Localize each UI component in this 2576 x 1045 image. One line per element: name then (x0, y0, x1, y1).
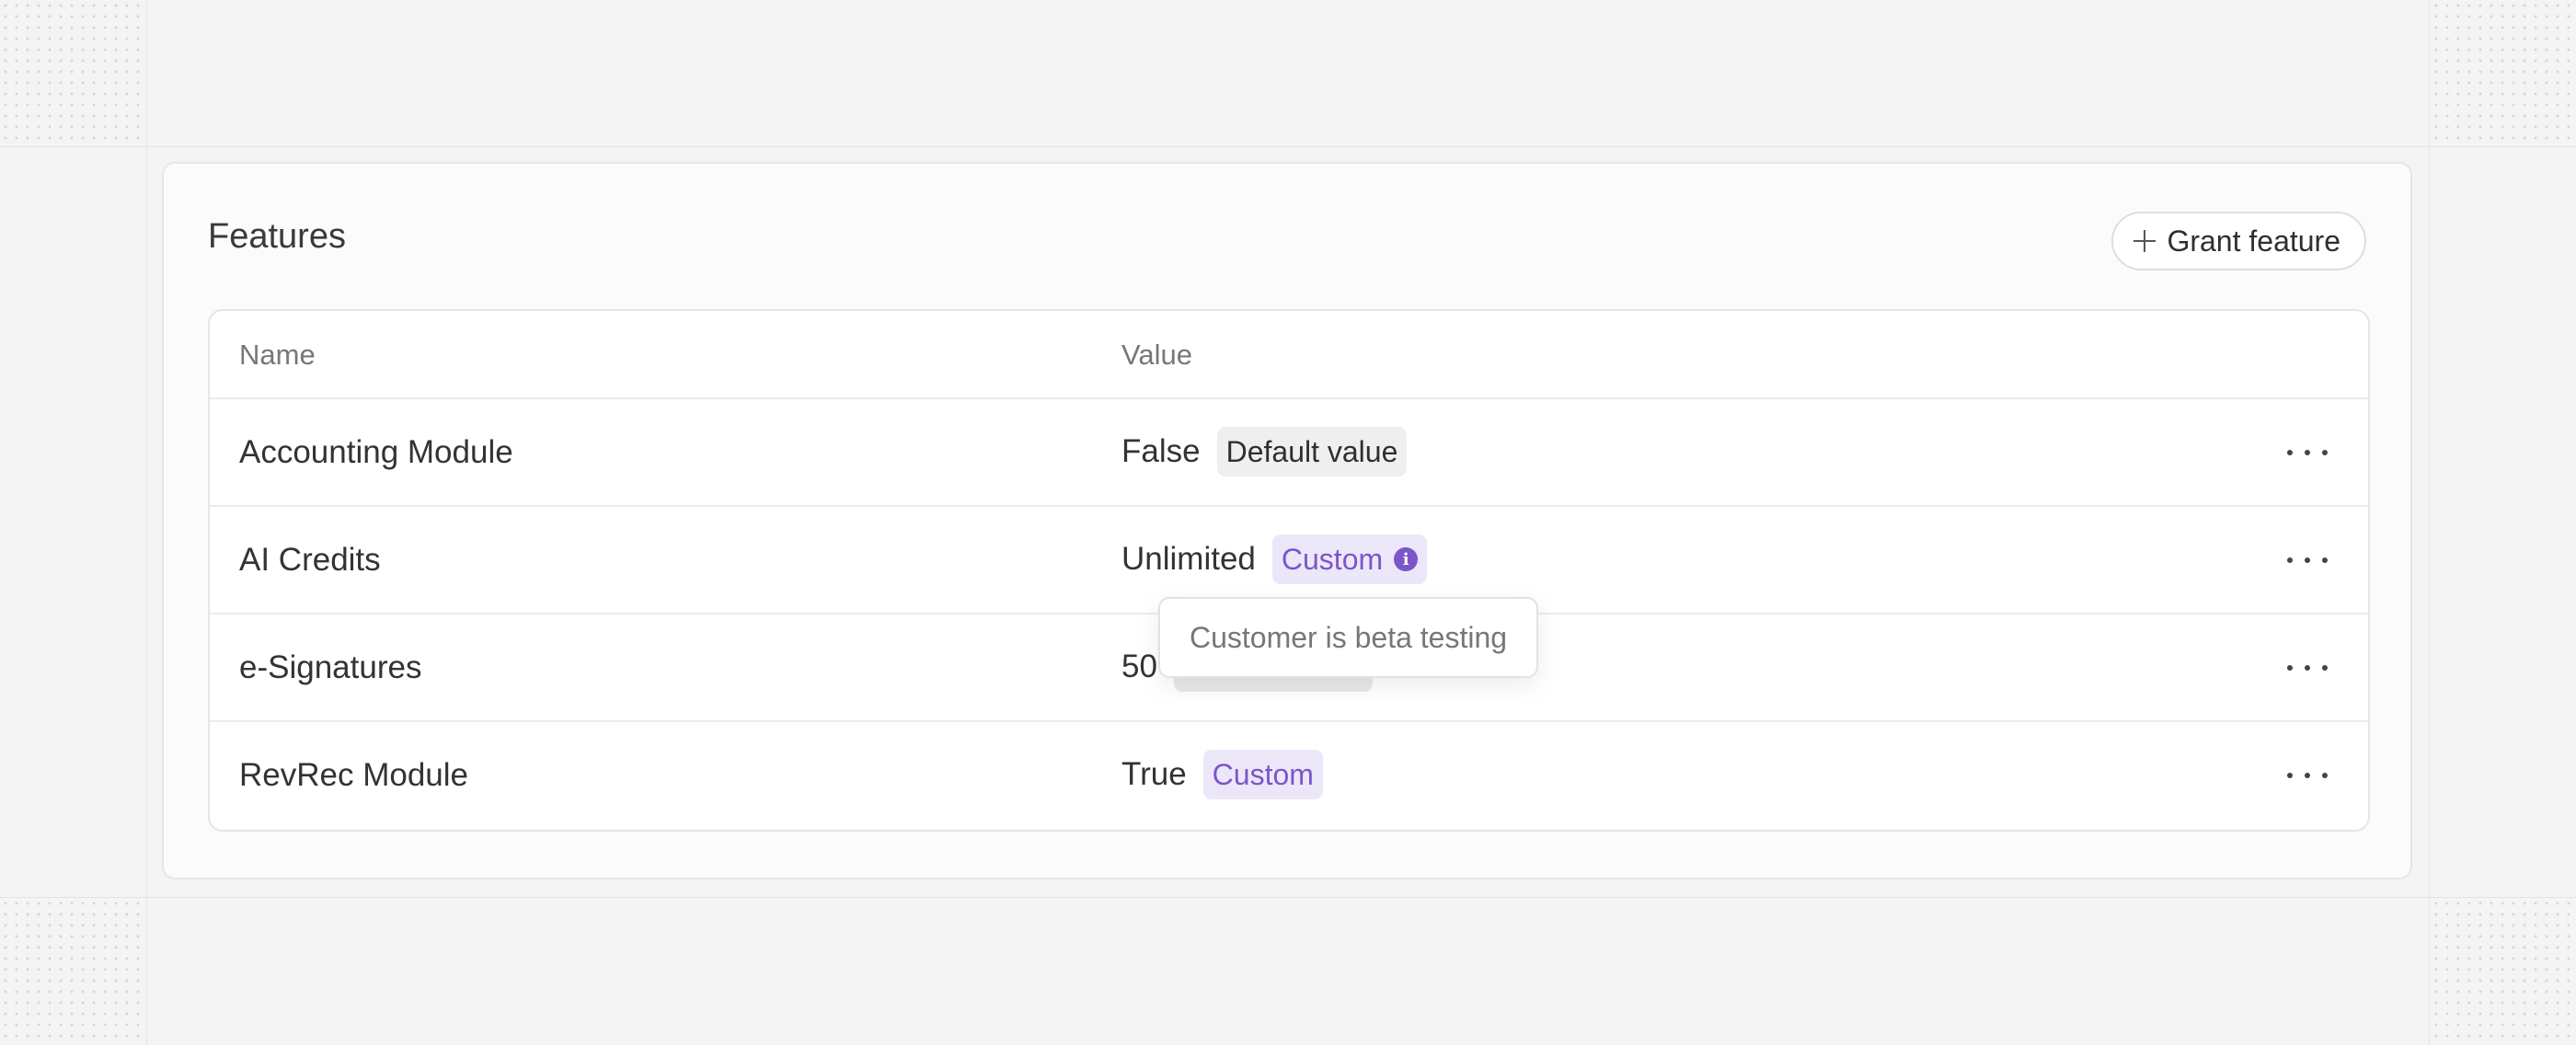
feature-value-cell: Unlimited Custom i (1121, 531, 1428, 588)
grant-feature-label: Grant feature (2167, 224, 2340, 258)
more-dot (2305, 450, 2310, 455)
more-horizontal-icon (2287, 773, 2293, 778)
plus-icon (2133, 230, 2156, 252)
guide-line-right (2429, 0, 2430, 1045)
table-row: Accounting Module False Default value (210, 399, 2368, 507)
default-value-badge: Default value (1216, 427, 1408, 477)
dot-pattern-top-left (0, 0, 145, 145)
more-dot (2305, 773, 2310, 778)
card-title: Features (208, 217, 346, 256)
guide-line-left (146, 0, 147, 1045)
info-icon[interactable]: i (1394, 547, 1419, 571)
more-dot (2322, 665, 2328, 671)
row-actions-button[interactable] (2287, 542, 2328, 579)
features-table: Name Value Accounting Module False Defau… (208, 309, 2370, 832)
feature-name: e-Signatures (239, 649, 422, 685)
guide-line-bottom (0, 897, 2576, 898)
row-actions-button[interactable] (2287, 757, 2328, 794)
feature-value: 50 (1121, 649, 1157, 684)
more-horizontal-icon (2287, 557, 2293, 563)
custom-badge[interactable]: Custom i (1271, 534, 1428, 584)
custom-badge: Custom (1202, 750, 1323, 799)
feature-value: True (1121, 756, 1187, 792)
feature-name: RevRec Module (239, 757, 468, 793)
more-dot (2305, 557, 2310, 563)
dot-pattern-top-right (2431, 0, 2576, 145)
custom-badge-label: Custom (1281, 542, 1384, 576)
custom-reason-tooltip: Customer is beta testing (1158, 597, 1539, 678)
more-dot (2322, 557, 2328, 563)
feature-name: AI Credits (239, 542, 381, 578)
feature-value: Unlimited (1121, 541, 1256, 577)
more-dot (2322, 450, 2328, 455)
features-card: Features Grant feature Name Value Accoun… (162, 162, 2412, 879)
more-horizontal-icon (2287, 665, 2293, 671)
feature-name: Accounting Module (239, 434, 513, 470)
table-row: RevRec Module True Custom (210, 722, 2368, 830)
dot-pattern-bottom-left (0, 898, 145, 1045)
more-dot (2305, 665, 2310, 671)
more-horizontal-icon (2287, 450, 2293, 455)
row-actions-button[interactable] (2287, 649, 2328, 686)
column-header-value: Value (1121, 339, 1192, 371)
grant-feature-button[interactable]: Grant feature (2111, 212, 2366, 270)
column-header-name: Name (239, 339, 316, 371)
table-header: Name Value (210, 311, 2368, 399)
row-actions-button[interactable] (2287, 434, 2328, 471)
feature-value-cell: True Custom (1121, 746, 1323, 803)
more-dot (2322, 773, 2328, 778)
guide-line-top (0, 146, 2576, 147)
feature-value: False (1121, 433, 1201, 469)
dot-pattern-bottom-right (2431, 898, 2576, 1045)
feature-value-cell: False Default value (1121, 423, 1408, 480)
